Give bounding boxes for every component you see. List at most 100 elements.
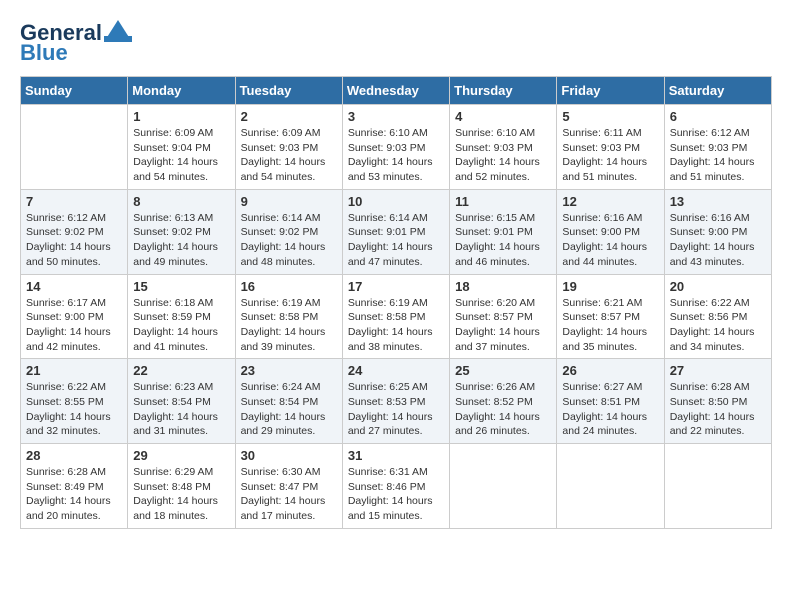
day-number: 7 [26,194,122,209]
calendar-day-cell: 8 Sunrise: 6:13 AM Sunset: 9:02 PM Daylig… [128,189,235,274]
calendar-day-cell: 19 Sunrise: 6:21 AM Sunset: 8:57 PM Dayli… [557,274,664,359]
calendar-day-cell: 22Sunrise: 6:23 AM Sunset: 8:54 PM Dayli… [128,359,235,444]
calendar-day-header: Monday [128,77,235,105]
day-number: 3 [348,109,444,124]
calendar-table: SundayMondayTuesdayWednesdayThursdayFrid… [20,76,772,529]
day-info: Sunrise: 6:12 AM Sunset: 9:02 PM Dayligh… [26,211,122,270]
calendar-day-cell: 21 Sunrise: 6:22 AM Sunset: 8:55 PM Dayli… [21,359,128,444]
page-header: General Blue [20,20,772,66]
day-number: 16 [241,279,337,294]
day-info: Sunrise: 6:09 AM Sunset: 9:04 PM Dayligh… [133,126,229,185]
day-info: Sunrise: 6:29 AM Sunset: 8:48 PM Dayligh… [133,465,229,524]
day-number: 12 [562,194,658,209]
day-info: Sunrise: 6:31 AM Sunset: 8:46 PM Dayligh… [348,465,444,524]
day-number: 28 [26,448,122,463]
day-number: 2 [241,109,337,124]
day-number: 30 [241,448,337,463]
calendar-day-header: Saturday [664,77,771,105]
calendar-day-cell: 3 Sunrise: 6:10 AM Sunset: 9:03 PM Daylig… [342,105,449,190]
day-number: 14 [26,279,122,294]
calendar-day-cell: 25 Sunrise: 6:26 AM Sunset: 8:52 PM Dayli… [450,359,557,444]
calendar-day-header: Tuesday [235,77,342,105]
day-info: Sunrise: 6:15 AM Sunset: 9:01 PM Dayligh… [455,211,551,270]
day-info: Sunrise: 6:13 AM Sunset: 9:02 PM Dayligh… [133,211,229,270]
calendar-day-cell: 6 Sunrise: 6:12 AM Sunset: 9:03 PM Daylig… [664,105,771,190]
calendar-week-row: 1 Sunrise: 6:09 AM Sunset: 9:04 PM Daylig… [21,105,772,190]
day-number: 22 [133,363,229,378]
calendar-day-cell: 7 Sunrise: 6:12 AM Sunset: 9:02 PM Daylig… [21,189,128,274]
calendar-day-cell: 27 Sunrise: 6:28 AM Sunset: 8:50 PM Dayli… [664,359,771,444]
day-info: Sunrise: 6:17 AM Sunset: 9:00 PM Dayligh… [26,296,122,355]
day-number: 29 [133,448,229,463]
day-number: 20 [670,279,766,294]
calendar-day-cell: 26 Sunrise: 6:27 AM Sunset: 8:51 PM Dayli… [557,359,664,444]
calendar-day-cell [664,444,771,529]
day-number: 26 [562,363,658,378]
day-number: 1 [133,109,229,124]
logo-icon [104,20,132,42]
calendar-day-cell: 16 Sunrise: 6:19 AM Sunset: 8:58 PM Dayli… [235,274,342,359]
calendar-day-cell: 9Sunrise: 6:14 AM Sunset: 9:02 PM Daylig… [235,189,342,274]
day-number: 4 [455,109,551,124]
calendar-day-cell: 18Sunrise: 6:20 AM Sunset: 8:57 PM Dayli… [450,274,557,359]
day-info: Sunrise: 6:10 AM Sunset: 9:03 PM Dayligh… [348,126,444,185]
day-number: 10 [348,194,444,209]
day-number: 6 [670,109,766,124]
calendar-day-cell: 23 Sunrise: 6:24 AM Sunset: 8:54 PM Dayli… [235,359,342,444]
calendar-week-row: 28 Sunrise: 6:28 AM Sunset: 8:49 PM Dayli… [21,444,772,529]
day-info: Sunrise: 6:14 AM Sunset: 9:02 PM Dayligh… [241,211,337,270]
day-info: Sunrise: 6:12 AM Sunset: 9:03 PM Dayligh… [670,126,766,185]
calendar-week-row: 21 Sunrise: 6:22 AM Sunset: 8:55 PM Dayli… [21,359,772,444]
day-info: Sunrise: 6:09 AM Sunset: 9:03 PM Dayligh… [241,126,337,185]
day-info: Sunrise: 6:30 AM Sunset: 8:47 PM Dayligh… [241,465,337,524]
day-number: 19 [562,279,658,294]
day-number: 18 [455,279,551,294]
day-number: 23 [241,363,337,378]
day-info: Sunrise: 6:24 AM Sunset: 8:54 PM Dayligh… [241,380,337,439]
day-info: Sunrise: 6:28 AM Sunset: 8:50 PM Dayligh… [670,380,766,439]
calendar-day-cell: 20Sunrise: 6:22 AM Sunset: 8:56 PM Dayli… [664,274,771,359]
calendar-day-cell: 10 Sunrise: 6:14 AM Sunset: 9:01 PM Dayli… [342,189,449,274]
calendar-day-cell [450,444,557,529]
calendar-day-cell: 30 Sunrise: 6:30 AM Sunset: 8:47 PM Dayli… [235,444,342,529]
day-info: Sunrise: 6:28 AM Sunset: 8:49 PM Dayligh… [26,465,122,524]
day-number: 25 [455,363,551,378]
day-info: Sunrise: 6:21 AM Sunset: 8:57 PM Dayligh… [562,296,658,355]
calendar-day-cell: 4 Sunrise: 6:10 AM Sunset: 9:03 PM Daylig… [450,105,557,190]
day-info: Sunrise: 6:27 AM Sunset: 8:51 PM Dayligh… [562,380,658,439]
day-info: Sunrise: 6:18 AM Sunset: 8:59 PM Dayligh… [133,296,229,355]
calendar-day-cell: 1 Sunrise: 6:09 AM Sunset: 9:04 PM Daylig… [128,105,235,190]
calendar-day-header: Friday [557,77,664,105]
day-info: Sunrise: 6:19 AM Sunset: 8:58 PM Dayligh… [241,296,337,355]
logo: General Blue [20,20,132,66]
calendar-week-row: 14 Sunrise: 6:17 AM Sunset: 9:00 PM Dayli… [21,274,772,359]
day-info: Sunrise: 6:26 AM Sunset: 8:52 PM Dayligh… [455,380,551,439]
day-info: Sunrise: 6:19 AM Sunset: 8:58 PM Dayligh… [348,296,444,355]
calendar-day-header: Sunday [21,77,128,105]
day-number: 31 [348,448,444,463]
calendar-week-row: 7 Sunrise: 6:12 AM Sunset: 9:02 PM Daylig… [21,189,772,274]
day-info: Sunrise: 6:22 AM Sunset: 8:55 PM Dayligh… [26,380,122,439]
day-info: Sunrise: 6:14 AM Sunset: 9:01 PM Dayligh… [348,211,444,270]
day-number: 13 [670,194,766,209]
day-number: 11 [455,194,551,209]
calendar-day-header: Thursday [450,77,557,105]
calendar-day-cell: 13 Sunrise: 6:16 AM Sunset: 9:00 PM Dayli… [664,189,771,274]
day-info: Sunrise: 6:10 AM Sunset: 9:03 PM Dayligh… [455,126,551,185]
logo-blue: Blue [20,40,68,66]
calendar-header-row: SundayMondayTuesdayWednesdayThursdayFrid… [21,77,772,105]
calendar-day-cell: 11 Sunrise: 6:15 AM Sunset: 9:01 PM Dayli… [450,189,557,274]
day-number: 21 [26,363,122,378]
calendar-day-cell: 17Sunrise: 6:19 AM Sunset: 8:58 PM Dayli… [342,274,449,359]
calendar-day-cell: 15 Sunrise: 6:18 AM Sunset: 8:59 PM Dayli… [128,274,235,359]
calendar-day-cell [21,105,128,190]
day-number: 15 [133,279,229,294]
calendar-day-header: Wednesday [342,77,449,105]
calendar-day-cell: 2 Sunrise: 6:09 AM Sunset: 9:03 PM Daylig… [235,105,342,190]
calendar-day-cell: 5Sunrise: 6:11 AM Sunset: 9:03 PM Daylig… [557,105,664,190]
day-info: Sunrise: 6:16 AM Sunset: 9:00 PM Dayligh… [670,211,766,270]
calendar-day-cell: 12Sunrise: 6:16 AM Sunset: 9:00 PM Dayli… [557,189,664,274]
day-number: 27 [670,363,766,378]
calendar-day-cell [557,444,664,529]
day-number: 8 [133,194,229,209]
